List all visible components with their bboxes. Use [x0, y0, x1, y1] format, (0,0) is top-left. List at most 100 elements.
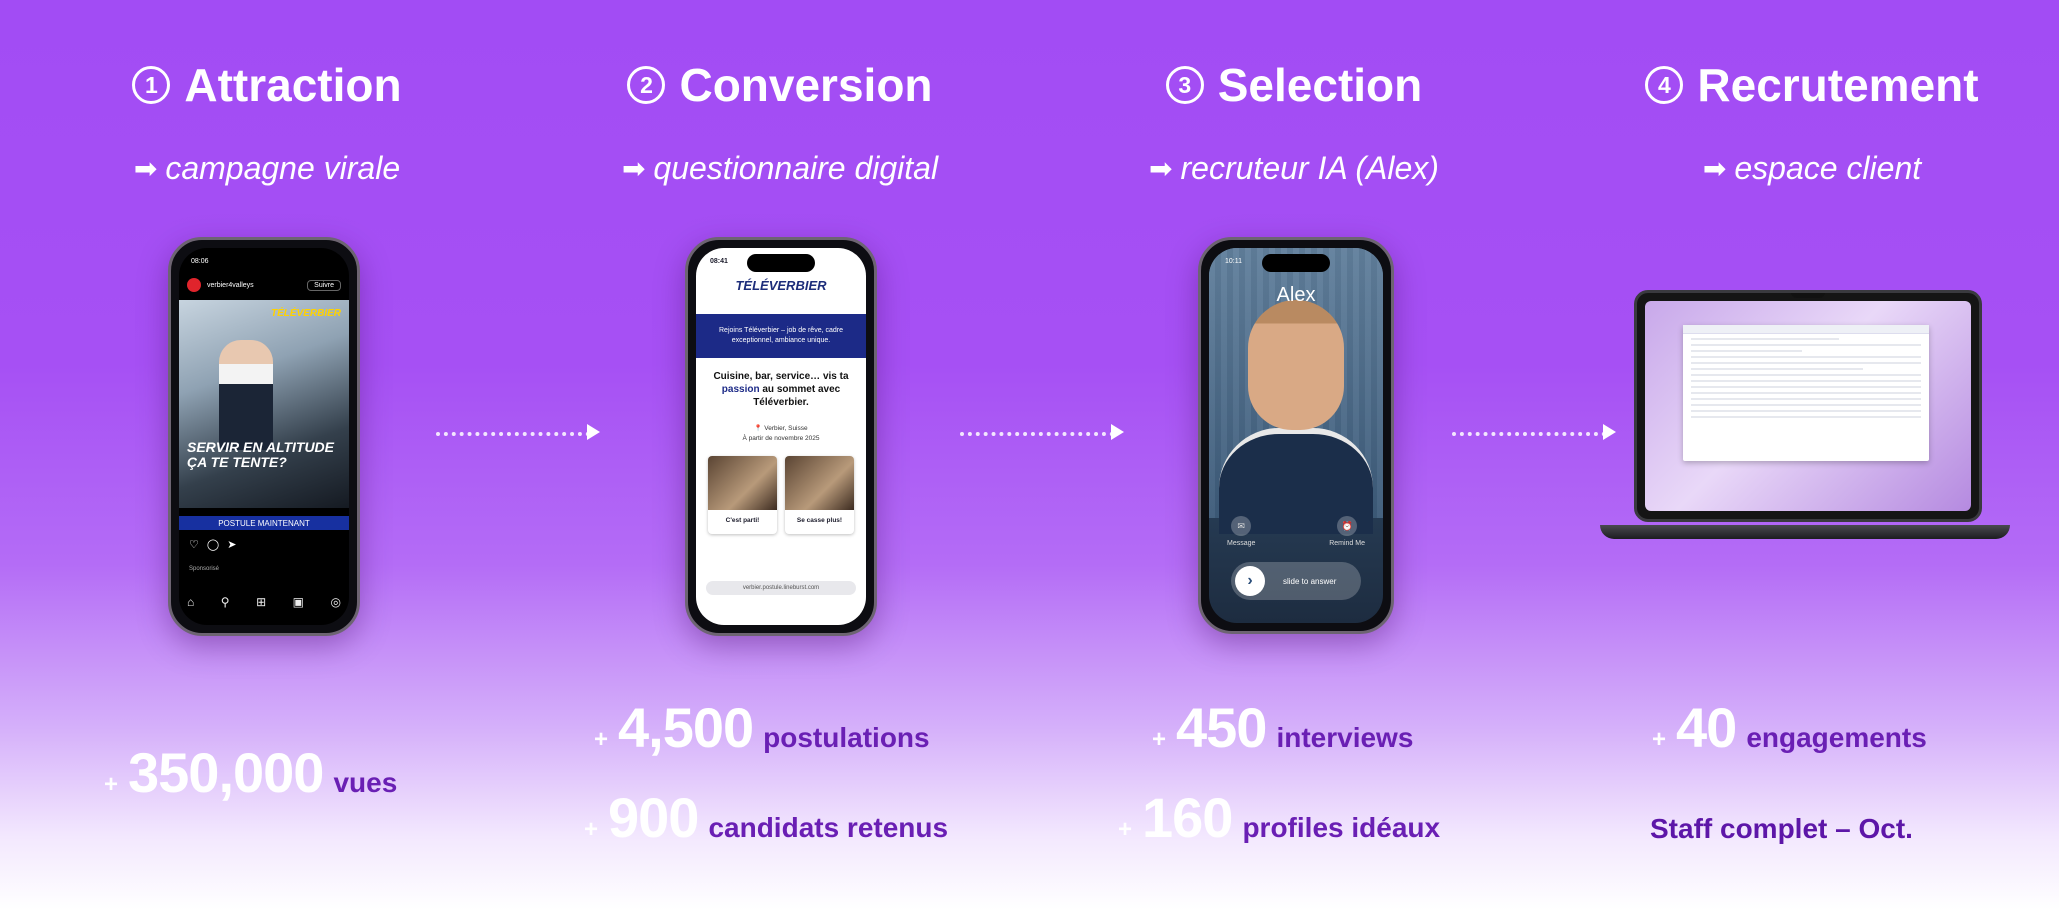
flow-arrow	[960, 424, 1124, 440]
pitch-text: Cuisine, bar, service… vis ta passion au…	[708, 370, 854, 409]
send-icon[interactable]: ➤	[227, 538, 236, 551]
url-bar[interactable]: verbier.postule.lineburst.com	[706, 581, 856, 595]
dashboard-row	[1691, 362, 1921, 364]
step-number: 4	[1645, 66, 1684, 104]
dashboard-row	[1691, 368, 1864, 370]
location-text: 📍 Verbier, Suisse	[754, 425, 808, 432]
slide-to-answer[interactable]: › slide to answer	[1231, 562, 1361, 600]
heart-icon[interactable]: ♡	[189, 538, 199, 551]
choice-cards: C'est parti! Se casse plus!	[708, 456, 854, 534]
follow-button[interactable]: Suivre	[307, 279, 341, 291]
plus-sign: +	[1152, 726, 1167, 753]
remind-label: Remind Me	[1329, 540, 1365, 547]
stat-hires: + 40 engagements	[1652, 695, 1927, 760]
stage-subtitle: ➡ campagne virale	[27, 150, 507, 187]
profile-icon[interactable]: ◎	[331, 595, 341, 609]
status-time: 08:06	[191, 258, 209, 265]
dashboard-row	[1691, 356, 1921, 358]
dashboard-row	[1691, 416, 1921, 418]
dashboard-row	[1691, 338, 1839, 340]
dashboard-toolbar	[1683, 325, 1929, 334]
dashboard-row	[1691, 410, 1921, 412]
apply-now-button[interactable]: POSTULE MAINTENANT	[179, 516, 349, 530]
start-date-text: À partir de novembre 2025	[742, 435, 820, 442]
laptop-screen	[1645, 301, 1971, 511]
stat-interviews: + 450 interviews	[1152, 695, 1413, 760]
plus-sign: +	[594, 726, 609, 753]
stage-recrutement: 4 Recrutement ➡ espace client	[1572, 0, 2052, 187]
search-icon[interactable]: ⚲	[221, 595, 230, 609]
pitch-text-bold: passion	[721, 384, 760, 395]
stage-title: 2 Conversion	[540, 58, 1020, 112]
stat-unit: postulations	[763, 722, 930, 753]
stat-value: 160	[1142, 786, 1233, 849]
flow-arrow	[436, 424, 600, 440]
stage-subtitle: ➡ recruteur IA (Alex)	[1054, 150, 1534, 187]
call-screen: 10:11 Alex ✉ Message ⏰ Remind Me › slide t…	[1209, 248, 1383, 623]
phone-notch	[1262, 254, 1330, 272]
intro-banner: Rejoins Téléverbier – job de rêve, cadre…	[696, 314, 866, 358]
comment-icon[interactable]: ◯	[207, 538, 219, 551]
stat-value: 40	[1676, 696, 1737, 759]
slide-label: slide to answer	[1283, 576, 1337, 586]
caller-name: Alex	[1276, 284, 1316, 306]
phone-ai-recruiter-call: 10:11 Alex ✉ Message ⏰ Remind Me › slide t…	[1198, 237, 1394, 634]
ad-headline: SERVIR EN ALTITUDE ÇA TE TENTE?	[187, 439, 335, 470]
message-icon: ✉	[1231, 516, 1252, 536]
stage-subtitle-text: questionnaire digital	[653, 150, 939, 186]
stat-shortlisted: + 900 candidats retenus	[584, 785, 948, 850]
step-number: 1	[132, 66, 171, 104]
laptop-base	[1600, 525, 2010, 539]
dashboard-row	[1691, 380, 1921, 382]
alarm-icon: ⏰	[1337, 516, 1358, 536]
card-photo	[708, 456, 777, 510]
phone-questionnaire: 08:41 TÉLÉVERBIER Rejoins Téléverbier – …	[685, 237, 877, 636]
stage-subtitle-text: campagne virale	[165, 150, 401, 186]
ig-action-bar: ♡ ◯ ➤	[189, 538, 236, 551]
laptop-client-portal	[1634, 290, 1982, 522]
status-time: 08:41	[710, 258, 728, 265]
stat-unit: profiles idéaux	[1242, 812, 1441, 843]
stage-title-text: Recrutement	[1697, 59, 1979, 111]
choice-card-start[interactable]: C'est parti!	[708, 456, 777, 534]
client-dashboard	[1683, 325, 1929, 461]
dashboard-row	[1691, 392, 1921, 394]
remind-action[interactable]: ⏰ Remind Me	[1329, 516, 1365, 547]
stage-subtitle-text: espace client	[1734, 150, 1922, 186]
message-action[interactable]: ✉ Message	[1227, 516, 1255, 547]
plus-sign: +	[104, 771, 119, 798]
dashboard-row	[1691, 398, 1921, 400]
staff-complete-text: Staff complet – Oct.	[1650, 813, 1913, 844]
phone-notch	[230, 254, 298, 272]
flow-arrow	[1452, 424, 1616, 440]
card-photo	[785, 456, 854, 510]
stage-subtitle: ➡ questionnaire digital	[540, 150, 1020, 187]
arrow-right-icon: ➡	[133, 153, 158, 184]
phone-instagram-ad: 08:06 verbier4valleys Suivre TÉLÉVERBIER…	[168, 237, 360, 636]
answer-arrow-icon[interactable]: ›	[1235, 566, 1265, 596]
status-time: 10:11	[1225, 258, 1242, 265]
ig-account[interactable]: verbier4valleys	[207, 282, 254, 289]
reels-icon[interactable]: ▣	[293, 595, 304, 609]
avatar[interactable]	[187, 278, 201, 292]
stat-value: 900	[608, 786, 699, 849]
sponsored-label: Sponsorisé	[189, 566, 220, 572]
choice-card-more[interactable]: Se casse plus!	[785, 456, 854, 534]
dashboard-row	[1691, 404, 1921, 406]
step-number: 3	[1165, 66, 1204, 104]
dashboard-row	[1691, 386, 1921, 388]
questionnaire-screen: 08:41 TÉLÉVERBIER Rejoins Téléverbier – …	[696, 248, 866, 625]
stage-attraction: 1 Attraction ➡ campagne virale	[27, 0, 507, 187]
home-icon[interactable]: ⌂	[187, 595, 194, 609]
stat-value: 450	[1176, 696, 1267, 759]
arrow-head-icon	[1111, 424, 1124, 440]
dashboard-row	[1691, 350, 1802, 352]
dashboard-row	[1691, 344, 1921, 346]
stat-applications: + 4,500 postulations	[594, 695, 930, 760]
arrow-head-icon	[587, 424, 600, 440]
stat-unit: engagements	[1746, 722, 1927, 753]
call-actions: ✉ Message ⏰ Remind Me	[1227, 516, 1365, 547]
add-icon[interactable]: ⊞	[256, 595, 266, 609]
plus-sign: +	[1652, 726, 1667, 753]
stage-title: 4 Recrutement	[1572, 58, 2052, 112]
